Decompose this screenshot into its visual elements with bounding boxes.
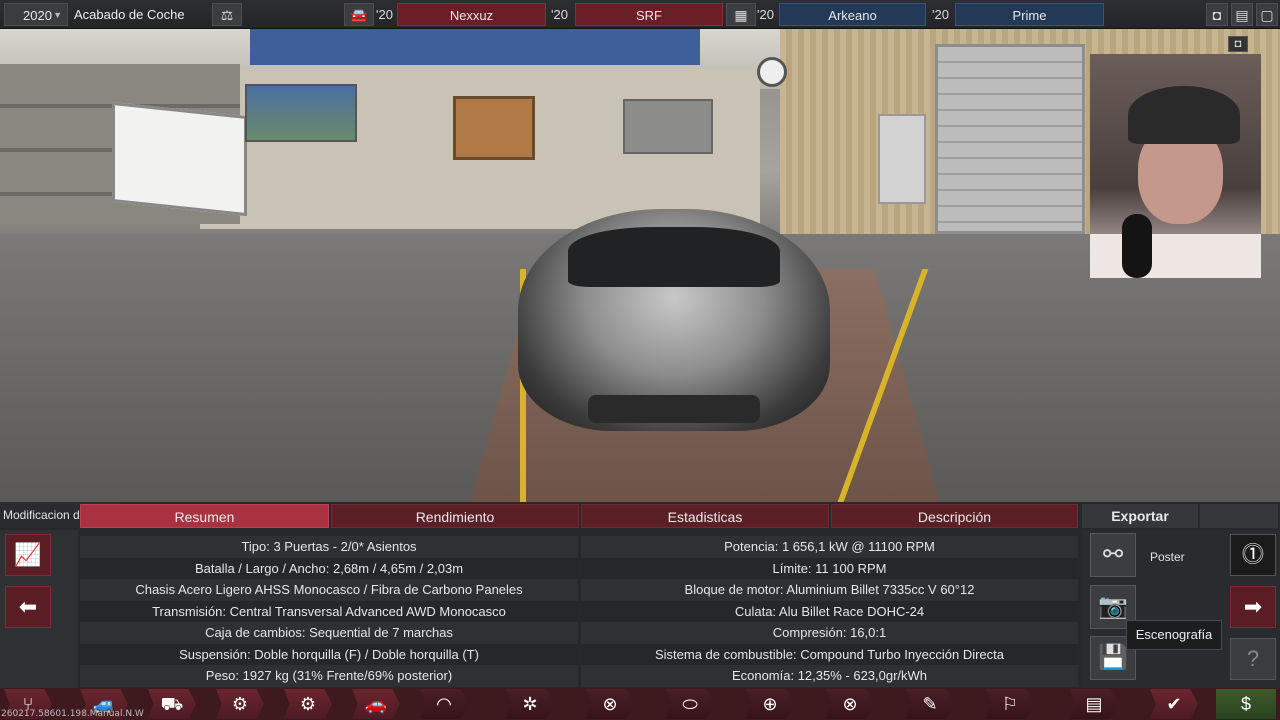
summary-row: Culata: Alu Billet Race DOHC-24	[581, 600, 1078, 622]
garage-viewport[interactable]	[0, 29, 1280, 502]
rival-year: '20	[757, 7, 774, 22]
screenshot-camera-icon[interactable]: ◘	[1228, 36, 1248, 52]
rival-srf[interactable]: SRF	[575, 3, 723, 26]
summary-row: Chasis Acero Ligero AHSS Monocasco / Fib…	[80, 579, 578, 601]
summary-row: Bloque de motor: Aluminium Billet 7335cc…	[581, 579, 1078, 601]
calculator-icon[interactable]: ▤	[1231, 3, 1253, 26]
nav-engine-tune-icon[interactable]: ⚙	[284, 689, 332, 719]
nav-engine-icon[interactable]: ⚙	[216, 689, 264, 719]
tab-estadisticas[interactable]: Estadisticas	[581, 504, 829, 528]
nav-brakes-icon[interactable]: ⊗	[826, 689, 874, 719]
left-tool-column: 📈 ⬅	[0, 530, 78, 688]
export-header-blank	[1200, 504, 1278, 528]
balance-scale-icon[interactable]: ⚖	[212, 3, 242, 26]
nav-car-design-icon[interactable]: 🚗	[352, 689, 400, 719]
summary-row: Suspensión: Doble horquilla (F) / Doble …	[80, 643, 578, 665]
rival-year: '20	[932, 7, 949, 22]
nav-tyre-icon[interactable]: ⊗	[586, 689, 634, 719]
webcam-shirt	[1090, 234, 1261, 278]
summary-row: Peso: 1927 kg (31% Frente/69% posterior)	[80, 665, 578, 687]
side-door	[878, 114, 926, 204]
session-id: 260217.58601.198.Manual.N.W	[1, 709, 144, 719]
nav-chassis-icon[interactable]: ⛟	[148, 689, 196, 719]
summary-row: Sistema de combustible: Compound Turbo I…	[581, 643, 1078, 665]
engine-icon[interactable]: ▦	[726, 3, 756, 26]
nav-fuel-icon[interactable]: ✎	[906, 689, 954, 719]
wall-clock	[757, 57, 787, 87]
tooltip-escenografia: Escenografía	[1126, 620, 1222, 650]
year-value: 2020	[23, 8, 52, 23]
alert-icon[interactable]: ⓵	[1230, 534, 1276, 576]
nav-economy-icon[interactable]: $	[1216, 689, 1276, 719]
top-bar: 2020 ▼ Acabado de Coche year ⚖ 🚘 '20 Nex…	[0, 0, 1280, 45]
nav-list-icon[interactable]: ▤	[1070, 689, 1118, 719]
nav-test-track-icon[interactable]: ⚐	[986, 689, 1034, 719]
summary-left-list: Tipo: 3 Puertas - 2/0* Asientos Batalla …	[80, 536, 578, 688]
nav-aero-icon[interactable]: ⬭	[666, 689, 714, 719]
summary-row: Límite: 11 100 RPM	[581, 557, 1078, 579]
wall-screen	[623, 99, 713, 154]
export-title: Exportar	[1082, 504, 1198, 528]
summary-row: Economía: 12,35% - 623,0gr/kWh	[581, 665, 1078, 687]
arrow-left-icon[interactable]: ⬅	[5, 586, 51, 628]
rival-nexxuz[interactable]: Nexxuz	[397, 3, 546, 26]
summary-row: Caja de cambios: Sequential de 7 marchas	[80, 622, 578, 644]
tab-resumen[interactable]: Resumen	[80, 504, 329, 528]
garage-door	[935, 44, 1085, 234]
summary-row: Compresión: 16,0:1	[581, 622, 1078, 644]
webcam-cap	[1128, 86, 1240, 144]
rival-year: '20	[551, 7, 568, 22]
webcam-overlay	[1090, 54, 1261, 278]
car-grille	[588, 395, 760, 423]
car-windshield	[568, 227, 780, 287]
car-icon[interactable]: 🚘	[344, 3, 374, 26]
year-select[interactable]: 2020 ▼	[4, 3, 68, 26]
wall-painting	[245, 84, 357, 142]
nav-check-icon[interactable]: ✔	[1150, 689, 1198, 719]
window-icon[interactable]: ▢	[1256, 3, 1278, 26]
help-icon[interactable]: ?	[1230, 638, 1276, 680]
project-name: Acabado de Coche year	[74, 7, 185, 45]
chevron-down-icon: ▼	[53, 10, 62, 20]
bottom-nav: ⑂ 🚙 ⛟ ⚙ ⚙ 🚗 ◠ ✲ ⊗ ⬭ ⊕ ⊗ ✎ ⚐ ▤ ✔ $	[0, 688, 1280, 720]
summary-row: Tipo: 3 Puertas - 2/0* Asientos	[80, 536, 578, 558]
tab-descripcion[interactable]: Descripción	[831, 504, 1078, 528]
rival-prime[interactable]: Prime	[955, 3, 1104, 26]
car-model[interactable]	[518, 199, 830, 431]
microphone	[1122, 214, 1152, 278]
rival-year: '20	[376, 7, 393, 22]
car-sketch-board	[112, 101, 247, 217]
cork-board	[453, 96, 535, 160]
summary-row: Potencia: 1 656,1 kW @ 11100 RPM	[581, 536, 1078, 558]
nav-wheel-icon[interactable]: ✲	[506, 689, 554, 719]
share-icon[interactable]: ⚯	[1090, 533, 1136, 577]
nav-steering-icon[interactable]: ⊕	[746, 689, 794, 719]
summary-row: Batalla / Largo / Ancho: 2,68m / 4,65m /…	[80, 557, 578, 579]
rival-arkeano[interactable]: Arkeano	[779, 3, 926, 26]
chart-graph-icon[interactable]: 📈	[5, 534, 51, 576]
car-info-panel: Modificacion de la IA Resumen Rendimient…	[0, 502, 1280, 688]
nav-gauge-icon[interactable]: ◠	[420, 689, 468, 719]
summary-row: Transmisión: Central Transversal Advance…	[80, 600, 578, 622]
poster-label[interactable]: Poster	[1150, 550, 1185, 564]
arrow-right-icon[interactable]: ➡	[1230, 586, 1276, 628]
wall-blue-band	[250, 29, 700, 65]
tab-rendimiento[interactable]: Rendimiento	[331, 504, 579, 528]
camera-icon[interactable]: ◘	[1206, 3, 1228, 26]
summary-right-list: Potencia: 1 656,1 kW @ 11100 RPM Límite:…	[581, 536, 1078, 688]
